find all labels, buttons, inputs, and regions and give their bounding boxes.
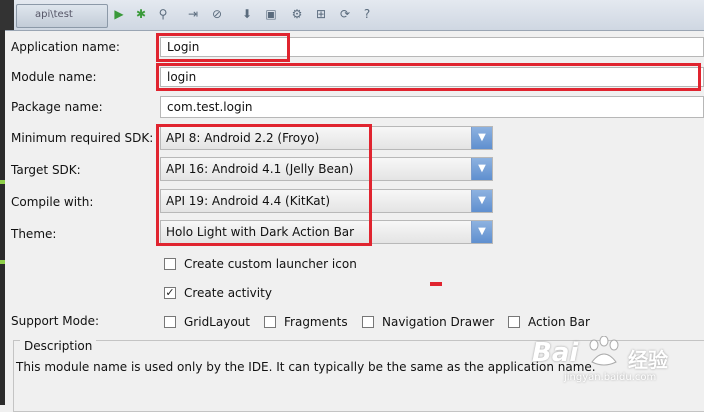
package-name-input[interactable]: com.test.login bbox=[160, 96, 704, 118]
module-name-input[interactable]: login bbox=[160, 67, 704, 87]
chevron-down-icon[interactable]: ▼ bbox=[471, 158, 492, 180]
theme-value: Holo Light with Dark Action Bar bbox=[166, 225, 355, 239]
help-icon[interactable]: ? bbox=[360, 7, 374, 21]
chevron-down-icon[interactable]: ▼ bbox=[471, 127, 492, 149]
theme-label: Theme: bbox=[11, 227, 57, 241]
navigation-drawer-label: Navigation Drawer bbox=[382, 315, 495, 329]
action-bar-checkbox[interactable] bbox=[508, 316, 520, 328]
support-action-bar-option[interactable]: Action Bar bbox=[508, 313, 590, 331]
description-title: Description bbox=[20, 339, 97, 353]
watermark-logo-text: Bai bbox=[532, 338, 579, 368]
min-sdk-dropdown[interactable]: API 8: Android 2.2 (Froyo) ▼ bbox=[160, 126, 493, 150]
launcher-icon-checkbox[interactable] bbox=[164, 258, 176, 270]
target-sdk-label: Target SDK: bbox=[11, 163, 81, 177]
left-gutter bbox=[0, 30, 5, 405]
navigation-drawer-checkbox[interactable] bbox=[362, 316, 374, 328]
run-icon[interactable]: ▶ bbox=[112, 7, 126, 21]
step-icon[interactable]: ⇥ bbox=[186, 7, 200, 21]
structure-icon[interactable]: ⊞ bbox=[314, 7, 328, 21]
gutter-mark bbox=[0, 180, 5, 184]
avd-manager-icon[interactable]: ▣ bbox=[264, 7, 278, 21]
gutter-mark bbox=[0, 260, 5, 264]
sync-icon[interactable]: ⟳ bbox=[338, 7, 352, 21]
support-fragments-option[interactable]: Fragments bbox=[264, 313, 348, 331]
create-activity-checkbox[interactable]: ✓ bbox=[164, 287, 176, 299]
gridlayout-checkbox[interactable] bbox=[164, 316, 176, 328]
application-name-value: Login bbox=[167, 40, 200, 54]
support-mode-label: Support Mode: bbox=[11, 314, 99, 328]
chevron-down-icon[interactable]: ▼ bbox=[471, 221, 492, 243]
support-gridlayout-option[interactable]: GridLayout bbox=[164, 313, 250, 331]
watermark: Bai 经验 jingyan.baidu.com bbox=[532, 336, 702, 388]
chevron-down-icon[interactable]: ▼ bbox=[471, 190, 492, 212]
support-navigation-drawer-option[interactable]: Navigation Drawer bbox=[362, 313, 494, 331]
min-sdk-value: API 8: Android 2.2 (Froyo) bbox=[166, 131, 320, 145]
watermark-url: jingyan.baidu.com bbox=[564, 372, 657, 383]
compile-with-label: Compile with: bbox=[11, 195, 94, 209]
package-name-value: com.test.login bbox=[167, 100, 253, 114]
stop-icon[interactable]: ⊘ bbox=[210, 7, 224, 21]
ide-toolbar: api\test ▶ ✱ ⚲ ⇥ ⊘ ⬇ ▣ ⚙ ⊞ ⟳ ? bbox=[0, 0, 704, 31]
sdk-manager-icon[interactable]: ⬇ bbox=[240, 7, 254, 21]
application-name-label: Application name: bbox=[11, 40, 120, 54]
module-name-value: login bbox=[167, 70, 197, 84]
run-config-selector[interactable]: api\test bbox=[16, 4, 108, 28]
compile-with-value: API 19: Android 4.4 (KitKat) bbox=[166, 194, 331, 208]
create-activity-label: Create activity bbox=[184, 286, 272, 300]
target-sdk-value: API 16: Android 4.1 (Jelly Bean) bbox=[166, 162, 354, 176]
theme-dropdown[interactable]: Holo Light with Dark Action Bar ▼ bbox=[160, 220, 493, 244]
red-marker bbox=[430, 282, 442, 286]
target-sdk-dropdown[interactable]: API 16: Android 4.1 (Jelly Bean) ▼ bbox=[160, 157, 493, 181]
application-name-input[interactable]: Login bbox=[160, 37, 704, 57]
paw-icon bbox=[589, 336, 619, 366]
monitor-icon[interactable]: ⚙ bbox=[290, 7, 304, 21]
module-name-label: Module name: bbox=[11, 70, 97, 84]
fragments-checkbox[interactable] bbox=[264, 316, 276, 328]
launcher-icon-label: Create custom launcher icon bbox=[184, 257, 357, 271]
create-launcher-icon-option[interactable]: Create custom launcher icon bbox=[164, 255, 357, 273]
gridlayout-label: GridLayout bbox=[184, 315, 250, 329]
debug-icon[interactable]: ✱ bbox=[134, 7, 148, 21]
create-activity-option[interactable]: ✓ Create activity bbox=[164, 284, 272, 302]
attach-icon[interactable]: ⚲ bbox=[156, 7, 170, 21]
compile-with-dropdown[interactable]: API 19: Android 4.4 (KitKat) ▼ bbox=[160, 189, 493, 213]
package-name-label: Package name: bbox=[11, 100, 103, 114]
action-bar-label: Action Bar bbox=[528, 315, 590, 329]
description-text: This module name is used only by the IDE… bbox=[16, 360, 596, 374]
run-config-label: api\test bbox=[35, 9, 73, 20]
min-sdk-label: Minimum required SDK: bbox=[11, 131, 154, 145]
fragments-label: Fragments bbox=[284, 315, 348, 329]
toolbar-edge bbox=[0, 0, 14, 30]
watermark-cn-text: 经验 bbox=[628, 348, 668, 372]
